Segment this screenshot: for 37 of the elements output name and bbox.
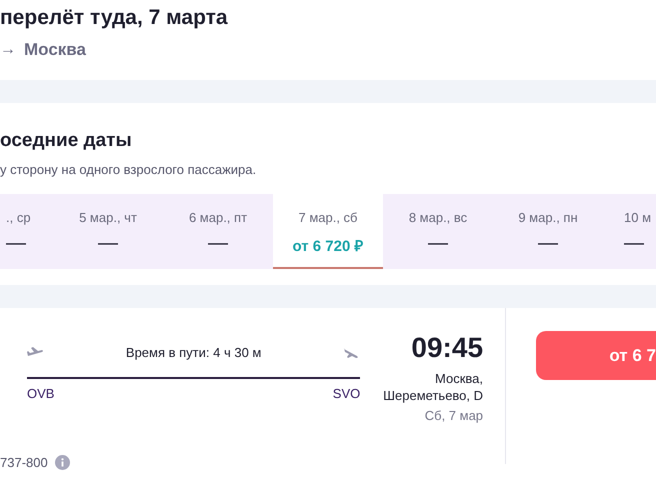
aircraft-model: 737-800 [0, 455, 48, 470]
date-tab[interactable]: 5 мар., чт — [53, 194, 163, 269]
date-label: 8 мар., вс [408, 210, 468, 225]
section-subtitle: у сторону на одного взрослого пассажира. [0, 162, 256, 177]
date-label: 9 мар., пн [518, 210, 578, 225]
date-label: ., ср [6, 210, 31, 225]
flight-duration: Время в пути: 4 ч 30 м [126, 345, 262, 360]
date-label: 5 мар., чт [79, 210, 137, 225]
arrival-airport: Шереметьево, D [383, 387, 484, 404]
section-title: оседние даты [0, 129, 132, 153]
page-title: перелёт туда, 7 марта [0, 5, 228, 31]
date-tab[interactable]: ., ср — [0, 194, 53, 269]
arrival-city: Москва, [435, 370, 484, 387]
price-label: от 6 720 ₽ [292, 237, 364, 257]
no-price-dash: — [98, 231, 118, 255]
no-price-dash: — [6, 231, 26, 255]
route-city: Москва [24, 40, 86, 60]
date-tab[interactable]: 7 мар., сб от 6 720 ₽ [273, 194, 383, 269]
date-tab[interactable]: 10 м — [603, 194, 656, 269]
date-tab[interactable]: 8 мар., вс — [383, 194, 493, 269]
no-price-dash: — [208, 231, 228, 255]
info-icon[interactable] [54, 455, 70, 470]
date-tab[interactable]: 9 мар., пн — [493, 194, 603, 269]
date-tab[interactable]: 6 мар., пт — [163, 194, 273, 269]
departure-code: OVB [27, 386, 54, 401]
takeoff-plane-icon [27, 346, 44, 358]
no-price-dash: — [428, 231, 448, 255]
route-arrow: → [0, 41, 16, 59]
landing-plane-icon [343, 346, 360, 358]
date-label: 7 мар., сб [298, 210, 358, 225]
no-price-dash: — [538, 231, 558, 255]
arrival-time: 09:45 [411, 332, 484, 364]
arrival-code: SVO [332, 386, 360, 401]
no-price-dash: — [624, 231, 644, 255]
date-label: 10 м [624, 210, 652, 225]
arrival-date: Сб, 7 мар [424, 408, 484, 423]
date-label: 6 мар., пт [188, 210, 248, 225]
